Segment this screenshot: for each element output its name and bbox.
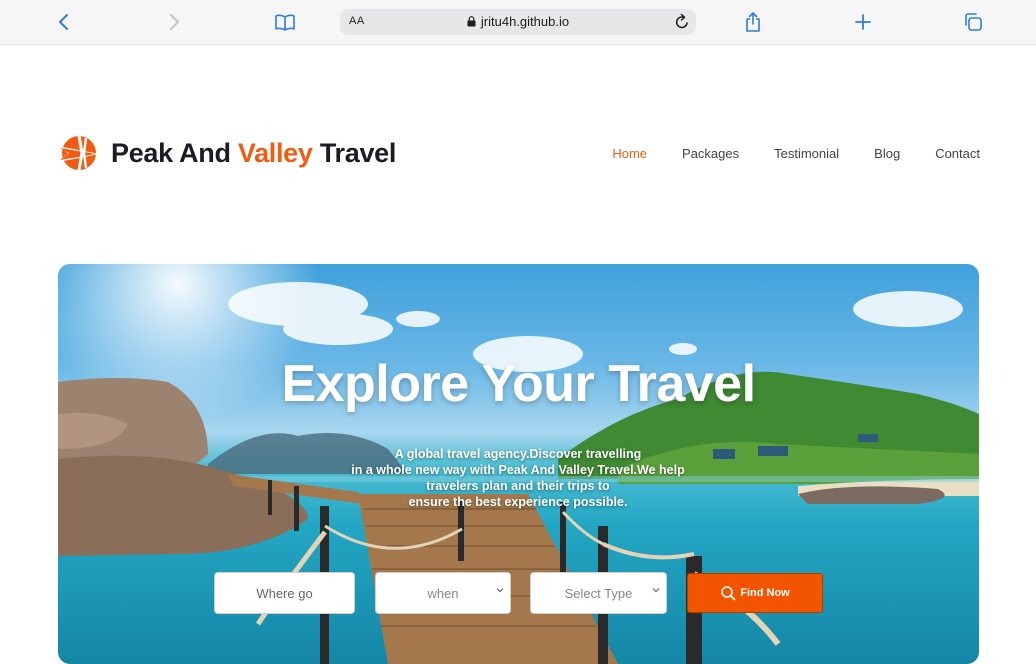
nav-contact[interactable]: Contact: [935, 146, 980, 161]
back-icon[interactable]: [51, 9, 77, 35]
address-bar[interactable]: AA jritu4h.github.io: [340, 9, 696, 35]
forward-icon[interactable]: [161, 9, 187, 35]
chevron-down-icon: [496, 588, 504, 593]
nav-testimonial[interactable]: Testimonial: [774, 146, 839, 161]
nav-blog[interactable]: Blog: [874, 146, 900, 161]
nav-home[interactable]: Home: [612, 146, 647, 161]
when-select[interactable]: when: [375, 572, 511, 614]
search-icon: [721, 586, 736, 601]
find-now-button[interactable]: Find Now: [687, 573, 823, 613]
hero-title: Explore Your Travel: [281, 355, 756, 413]
hero-subtitle: A global travel agency.Discover travelli…: [351, 447, 685, 509]
url-text: jritu4h.github.io: [480, 14, 570, 29]
main-nav: Home Packages Testimonial Blog Contact: [612, 146, 980, 161]
airplane-logo-icon: [58, 135, 100, 171]
book-icon[interactable]: [272, 9, 298, 35]
type-select[interactable]: Select Type: [530, 572, 667, 614]
brand-name: Peak And Valley Travel: [111, 137, 397, 168]
chevron-down-icon: [652, 588, 660, 593]
lock-icon: [467, 15, 476, 30]
share-icon[interactable]: [740, 9, 766, 35]
site-logo[interactable]: Peak And Valley Travel: [56, 132, 396, 174]
hero-banner: Explore Your Travel A global travel agen…: [58, 264, 979, 664]
browser-toolbar: AA jritu4h.github.io: [0, 0, 1036, 45]
where-go-input[interactable]: Where go: [214, 572, 355, 614]
plus-icon[interactable]: [850, 9, 876, 35]
nav-packages[interactable]: Packages: [682, 146, 739, 161]
reload-icon[interactable]: [674, 13, 690, 36]
tabs-icon[interactable]: [960, 9, 986, 35]
